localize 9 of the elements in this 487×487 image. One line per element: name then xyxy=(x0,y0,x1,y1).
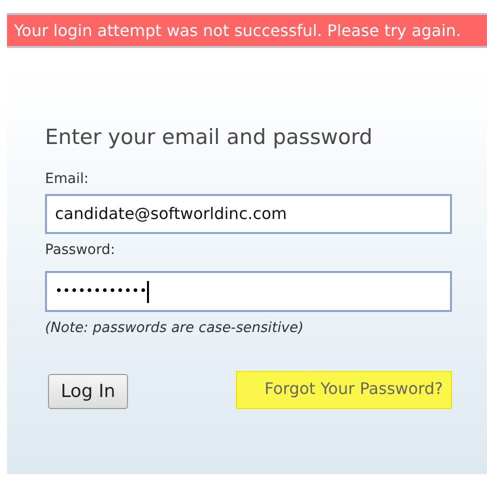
email-label: Email: xyxy=(45,170,90,188)
password-field[interactable]: •••••••••••• xyxy=(45,271,452,312)
forgot-password-link[interactable]: Forgot Your Password? xyxy=(236,371,452,409)
login-button[interactable]: Log In xyxy=(48,374,128,409)
email-field[interactable]: candidate@softworldinc.com xyxy=(45,194,452,234)
error-banner: Your login attempt was not successful. Please try again. xyxy=(7,13,487,48)
password-label: Password: xyxy=(45,241,116,259)
case-sensitive-note: (Note: passwords are case-sensitive) xyxy=(45,319,305,338)
form-heading: Enter your email and password xyxy=(45,124,374,151)
